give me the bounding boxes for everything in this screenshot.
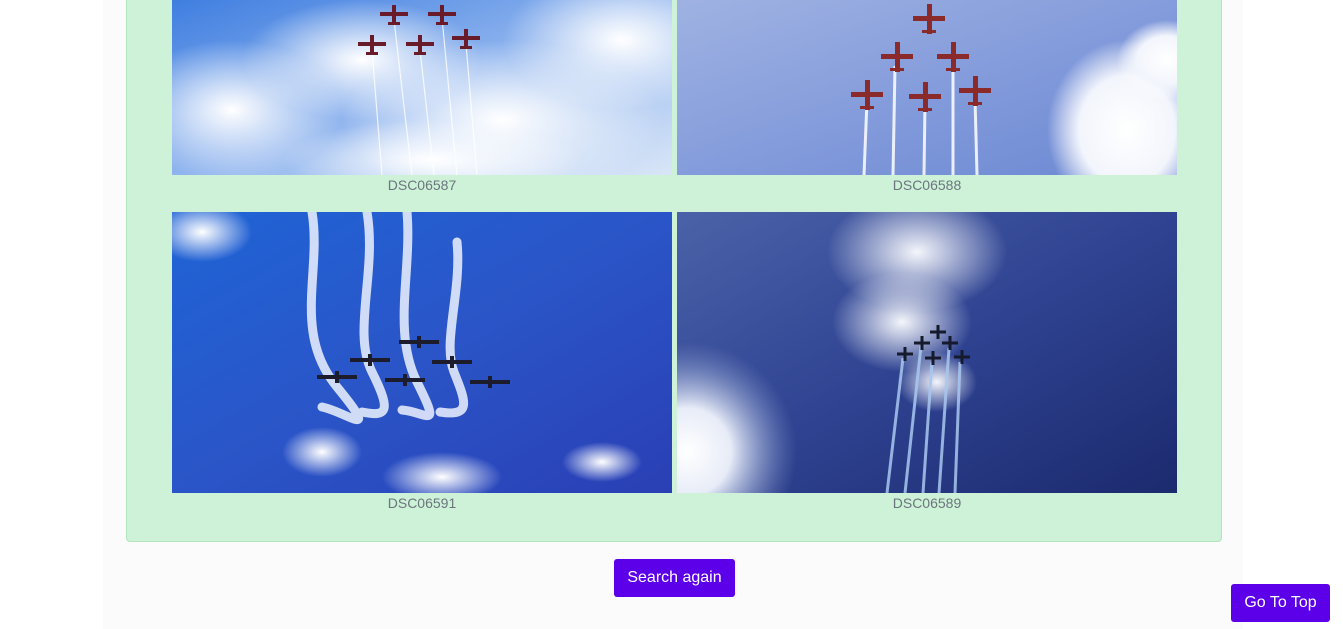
photo-caption: DSC06591 [387, 495, 457, 511]
photo-dsc06588[interactable] [677, 0, 1177, 175]
go-to-top-button[interactable]: Go To Top [1231, 584, 1330, 622]
photo-caption: DSC06589 [892, 495, 962, 511]
photo-image [172, 212, 672, 493]
photo-dsc06591[interactable] [172, 212, 672, 493]
photo-image [677, 0, 1177, 175]
photo-caption: DSC06588 [892, 177, 962, 193]
photo-dsc06589[interactable] [677, 212, 1177, 493]
photo-dsc06587[interactable] [172, 0, 672, 175]
photo-caption: DSC06587 [387, 177, 457, 193]
search-again-button[interactable]: Search again [614, 559, 735, 597]
photo-image [677, 212, 1177, 493]
photo-image [172, 0, 672, 175]
